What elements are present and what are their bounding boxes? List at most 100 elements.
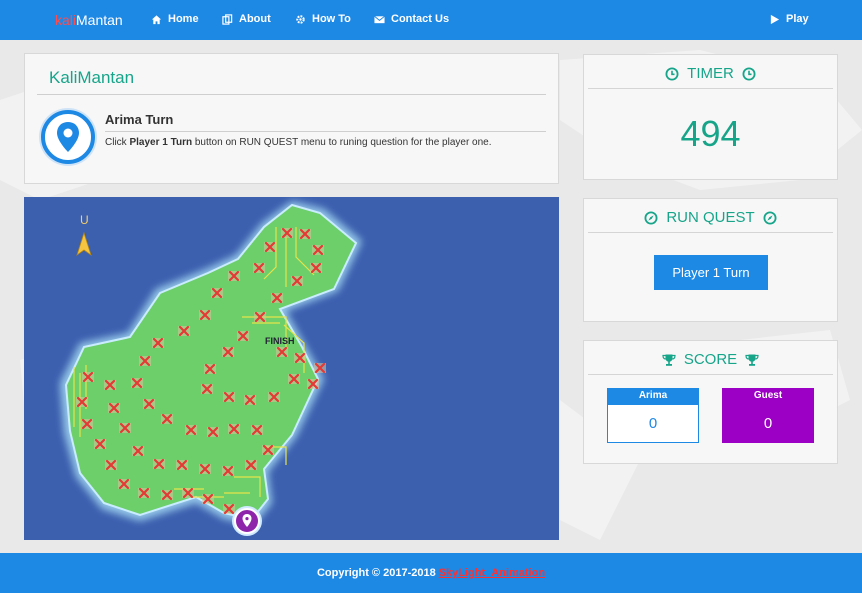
quest-marker bbox=[253, 262, 265, 274]
quest-marker bbox=[271, 292, 283, 304]
quest-marker bbox=[118, 478, 130, 490]
quest-marker bbox=[178, 325, 190, 337]
player-2-name: Guest bbox=[753, 390, 783, 401]
quest-marker bbox=[310, 262, 322, 274]
player-1-turn-button[interactable]: Player 1 Turn bbox=[654, 255, 768, 290]
quest-marker bbox=[161, 413, 173, 425]
quest-marker bbox=[138, 487, 150, 499]
game-board[interactable]: FINISH U bbox=[24, 197, 559, 540]
run-quest-header: RUN QUEST bbox=[584, 209, 837, 226]
instruction-bold: Player 1 Turn bbox=[129, 137, 193, 148]
quest-marker bbox=[153, 458, 165, 470]
clock-icon bbox=[665, 67, 679, 80]
nav-about[interactable]: About bbox=[222, 13, 271, 25]
footer: Copyright © 2017-2018 SkyLight_Animation bbox=[0, 553, 862, 593]
quest-marker bbox=[131, 377, 143, 389]
quest-marker bbox=[288, 373, 300, 385]
quest-marker bbox=[299, 228, 311, 240]
player-token[interactable] bbox=[232, 506, 262, 536]
quest-marker bbox=[237, 330, 249, 342]
quest-marker bbox=[222, 465, 234, 477]
nav-play-label: Play bbox=[786, 13, 809, 25]
nav-howto-label: How To bbox=[312, 13, 351, 25]
score-panel: SCORE Arima 0 Guest 0 bbox=[583, 340, 838, 464]
score-header: SCORE bbox=[584, 351, 837, 368]
player-1-name: Arima bbox=[638, 390, 668, 401]
compass-north-label: U bbox=[80, 213, 89, 227]
timer-title: TIMER bbox=[687, 65, 734, 82]
divider bbox=[588, 88, 833, 89]
credit-link[interactable]: SkyLight_Animation bbox=[439, 567, 545, 579]
copy-icon bbox=[222, 13, 233, 25]
quest-marker bbox=[76, 396, 88, 408]
timer-panel: TIMER 494 bbox=[583, 54, 838, 180]
quest-marker bbox=[245, 459, 257, 471]
quest-marker bbox=[228, 423, 240, 435]
clock-icon bbox=[742, 67, 756, 80]
nav-contact[interactable]: Contact Us bbox=[374, 13, 449, 25]
nav-play[interactable]: Play bbox=[769, 13, 809, 25]
game-title: KaliMantan bbox=[49, 68, 135, 87]
finish-label: FINISH bbox=[265, 336, 295, 346]
nav-home[interactable]: Home bbox=[151, 13, 199, 25]
timer-value: 494 bbox=[680, 113, 741, 154]
quest-marker bbox=[307, 378, 319, 390]
compass-icon bbox=[644, 211, 658, 224]
quest-marker bbox=[264, 241, 276, 253]
quest-marker bbox=[108, 402, 120, 414]
quest-marker bbox=[185, 424, 197, 436]
timer-header: TIMER bbox=[584, 65, 837, 82]
brand-part-kali: kali bbox=[55, 12, 77, 28]
quest-marker bbox=[223, 391, 235, 403]
quest-marker bbox=[152, 337, 164, 349]
quest-marker bbox=[199, 463, 211, 475]
quest-marker bbox=[312, 244, 324, 256]
player-2-score: 0 bbox=[723, 405, 813, 442]
quest-marker bbox=[82, 371, 94, 383]
quest-marker bbox=[276, 346, 288, 358]
north-arrow-icon bbox=[76, 231, 92, 257]
quest-marker bbox=[314, 362, 326, 374]
quest-marker bbox=[104, 379, 116, 391]
nav-howto[interactable]: How To bbox=[295, 13, 351, 25]
quest-marker bbox=[132, 445, 144, 457]
info-panel: KaliMantan Arima Turn Click Player 1 Tur… bbox=[24, 53, 559, 184]
quest-marker bbox=[105, 459, 117, 471]
player-1-score: 0 bbox=[608, 405, 698, 442]
quest-marker bbox=[143, 398, 155, 410]
quest-marker bbox=[228, 270, 240, 282]
divider bbox=[588, 374, 833, 375]
copyright-text: Copyright © 2017-2018 bbox=[316, 567, 436, 579]
divider bbox=[105, 131, 546, 132]
turn-instruction: Click Player 1 Turn button on RUN QUEST … bbox=[105, 137, 492, 148]
trophy-icon bbox=[662, 354, 676, 366]
top-navbar: kaliMantan Home About How To Contact Us … bbox=[0, 0, 862, 40]
score-title: SCORE bbox=[683, 351, 738, 368]
quest-marker bbox=[199, 309, 211, 321]
quest-marker bbox=[222, 346, 234, 358]
brand-logo[interactable]: kaliMantan bbox=[55, 12, 123, 28]
quest-marker bbox=[94, 438, 106, 450]
gear-icon bbox=[296, 14, 305, 24]
quest-marker bbox=[202, 493, 214, 505]
quest-marker bbox=[139, 355, 151, 367]
brand-part-mantan: Mantan bbox=[76, 12, 123, 28]
turn-title: Arima Turn bbox=[105, 112, 174, 127]
nav-home-label: Home bbox=[168, 13, 199, 25]
quest-marker bbox=[268, 391, 280, 403]
quest-marker bbox=[244, 394, 256, 406]
quest-marker bbox=[211, 287, 223, 299]
quest-marker bbox=[291, 275, 303, 287]
board-svg: FINISH U bbox=[60, 201, 362, 536]
envelope-icon bbox=[374, 15, 385, 23]
nav-contact-label: Contact Us bbox=[391, 13, 450, 25]
quest-marker bbox=[262, 444, 274, 456]
map-pin-icon bbox=[57, 122, 79, 152]
divider bbox=[37, 94, 546, 95]
compass-icon bbox=[763, 211, 777, 224]
quest-marker bbox=[119, 422, 131, 434]
quest-marker bbox=[161, 489, 173, 501]
quest-marker bbox=[251, 424, 263, 436]
quest-marker bbox=[254, 311, 266, 323]
nav-about-label: About bbox=[239, 13, 271, 25]
